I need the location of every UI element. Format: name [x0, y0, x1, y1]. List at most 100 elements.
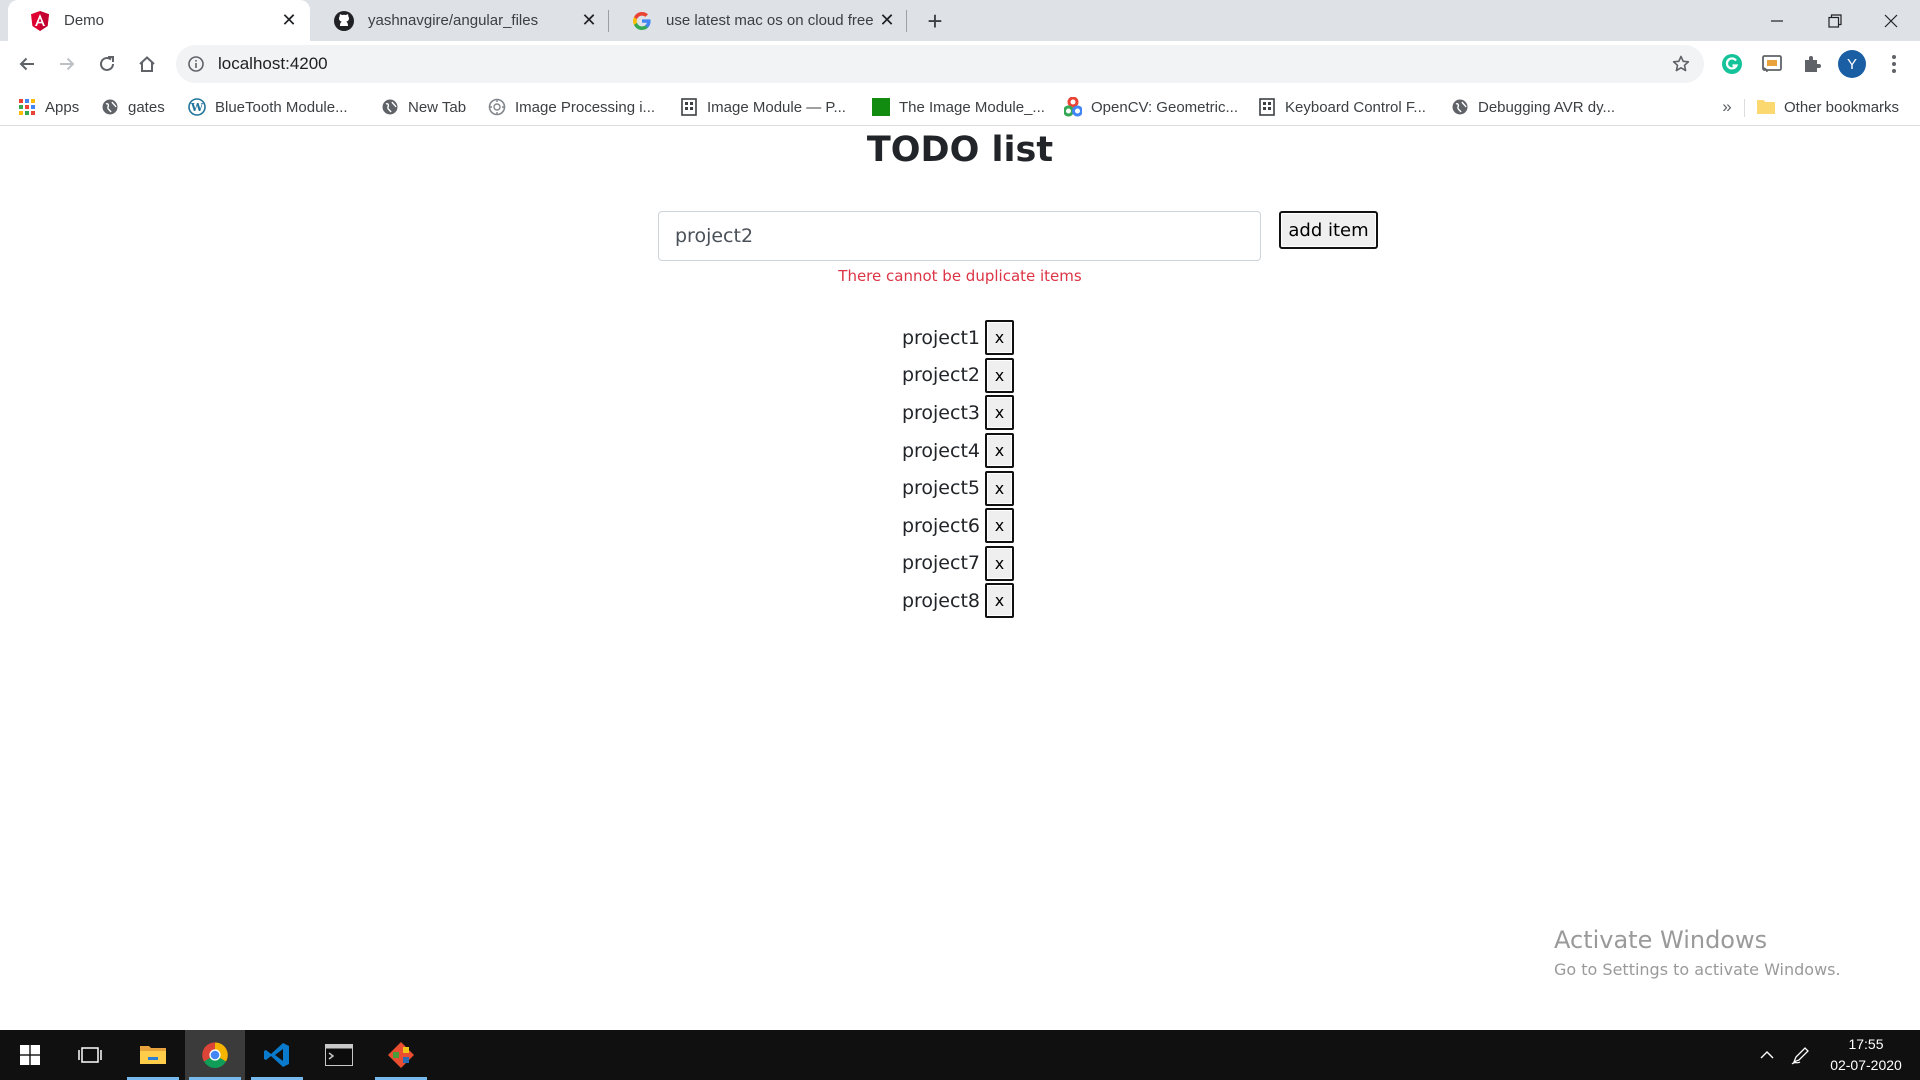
bookmark-apps[interactable]: Apps	[18, 95, 79, 119]
bookmark-bluetooth-module[interactable]: W BlueTooth Module...	[188, 95, 348, 119]
duplicate-error-message: There cannot be duplicate items	[838, 267, 1082, 285]
extensions-puzzle-icon[interactable]	[1798, 50, 1826, 78]
apps-grid-icon	[18, 98, 36, 116]
tab-github[interactable]: yashnavgire/angular_files ✕	[312, 0, 610, 41]
delete-item-button[interactable]: x	[985, 545, 1014, 581]
window-close-button[interactable]	[1862, 0, 1920, 41]
bookmark-image-module-p[interactable]: Image Module — P...	[680, 95, 846, 119]
back-button[interactable]	[10, 47, 44, 81]
taskbar-git-gui[interactable]	[371, 1030, 431, 1080]
taskbar-terminal[interactable]	[309, 1030, 369, 1080]
todo-item-label: project7	[901, 552, 980, 575]
add-item-button[interactable]: add item	[1279, 211, 1378, 249]
windows-start-icon	[20, 1045, 40, 1065]
list-item: project5 x	[880, 469, 1014, 507]
url-text: localhost:4200	[218, 54, 328, 73]
terminal-icon	[325, 1044, 353, 1066]
chrome-icon	[202, 1042, 228, 1068]
browser-toolbar: localhost:4200 Y	[0, 41, 1920, 88]
reload-button[interactable]	[90, 47, 124, 81]
list-item: project1 x	[880, 319, 1014, 357]
activate-windows-watermark: Activate Windows Go to Settings to activ…	[1554, 926, 1841, 979]
bookmarks-divider	[1744, 99, 1745, 117]
delete-item-button[interactable]: x	[985, 470, 1014, 506]
watermark-title: Activate Windows	[1554, 926, 1768, 954]
close-icon[interactable]: ✕	[874, 8, 900, 34]
taskbar-chrome[interactable]	[185, 1030, 245, 1080]
menu-kebab-icon[interactable]	[1880, 50, 1908, 78]
tray-overflow-chevron-icon[interactable]	[1754, 1030, 1780, 1080]
angular-icon	[30, 10, 50, 31]
close-icon[interactable]: ✕	[576, 8, 602, 34]
bookmarks-bar: Apps gates W BlueTooth Module... New Tab…	[0, 88, 1920, 126]
bookmark-image-processing[interactable]: Image Processing i...	[488, 95, 655, 119]
more-bookmarks-button[interactable]: »	[1716, 95, 1738, 119]
github-icon	[334, 10, 354, 31]
google-icon	[632, 11, 652, 31]
delete-item-button[interactable]: x	[985, 320, 1014, 356]
list-item: project3 x	[880, 394, 1014, 432]
list-item: project8 x	[880, 582, 1014, 620]
restore-button[interactable]	[1806, 0, 1864, 41]
start-button[interactable]	[0, 1030, 60, 1080]
opencv-icon	[1064, 97, 1082, 117]
building-icon	[680, 98, 698, 116]
delete-item-button[interactable]: x	[985, 395, 1014, 431]
avatar: Y	[1838, 50, 1866, 78]
page-title: TODO list	[866, 130, 1054, 170]
delete-item-button[interactable]: x	[985, 357, 1014, 393]
task-view-button[interactable]	[60, 1030, 120, 1080]
new-tab-button[interactable]: +	[920, 6, 950, 36]
close-icon[interactable]: ✕	[276, 8, 302, 34]
delete-item-button[interactable]: x	[985, 433, 1014, 469]
minimize-icon	[1771, 19, 1783, 22]
folder-icon	[1757, 98, 1775, 116]
profile-avatar[interactable]: Y	[1838, 50, 1866, 78]
bookmark-opencv[interactable]: OpenCV: Geometric...	[1064, 95, 1238, 119]
restore-icon	[1828, 13, 1842, 28]
green-square-icon	[872, 98, 890, 116]
tab-title: yashnavgire/angular_files	[368, 12, 539, 29]
bookmark-star-icon[interactable]	[1670, 53, 1692, 75]
bookmark-the-image-module[interactable]: The Image Module_...	[872, 95, 1045, 119]
home-icon	[139, 56, 155, 72]
tab-separator	[608, 10, 609, 32]
bookmark-keyboard-control[interactable]: Keyboard Control F...	[1258, 95, 1426, 119]
forward-button[interactable]	[50, 47, 84, 81]
system-clock[interactable]: 17:55 02-07-2020	[1818, 1034, 1914, 1076]
bookmark-label: gates	[128, 98, 165, 116]
todo-item-label: project6	[901, 514, 980, 537]
bookmark-gates[interactable]: gates	[101, 95, 165, 119]
pen-icon[interactable]	[1788, 1030, 1814, 1080]
taskbar-vscode[interactable]	[247, 1030, 307, 1080]
todo-item-label: project5	[901, 477, 980, 500]
list-item: project6 x	[880, 507, 1014, 545]
taskbar-file-explorer[interactable]	[123, 1030, 183, 1080]
minimize-button[interactable]	[1748, 0, 1806, 41]
wordpress-icon: W	[188, 98, 206, 116]
todo-item-label: project4	[901, 439, 980, 462]
tab-google[interactable]: use latest mac os on cloud free ✕	[610, 0, 908, 41]
info-icon[interactable]	[186, 54, 206, 74]
grammarly-icon[interactable]	[1718, 50, 1746, 78]
delete-item-button[interactable]: x	[985, 583, 1014, 619]
bookmark-new-tab[interactable]: New Tab	[381, 95, 466, 119]
reload-icon	[100, 56, 114, 71]
bookmark-label: The Image Module_...	[899, 98, 1045, 116]
tab-separator	[906, 10, 907, 32]
todo-input[interactable]	[658, 211, 1261, 261]
tab-demo[interactable]: Demo ✕	[8, 0, 310, 41]
bookmark-debugging-avr[interactable]: Debugging AVR dy...	[1451, 95, 1615, 119]
clock-date: 02-07-2020	[1830, 1057, 1902, 1073]
home-button[interactable]	[130, 47, 164, 81]
watermark-subtitle: Go to Settings to activate Windows.	[1554, 960, 1841, 979]
todo-item-label: project3	[901, 401, 980, 424]
bookmark-label: OpenCV: Geometric...	[1091, 98, 1238, 116]
tab-title: use latest mac os on cloud free	[666, 12, 874, 29]
cast-icon[interactable]	[1758, 50, 1786, 78]
bookmark-label: Image Module — P...	[707, 98, 846, 116]
delete-item-button[interactable]: x	[985, 508, 1014, 544]
address-bar[interactable]: localhost:4200	[176, 45, 1704, 83]
other-bookmarks[interactable]: Other bookmarks	[1757, 95, 1899, 119]
task-view-icon	[78, 1047, 102, 1063]
